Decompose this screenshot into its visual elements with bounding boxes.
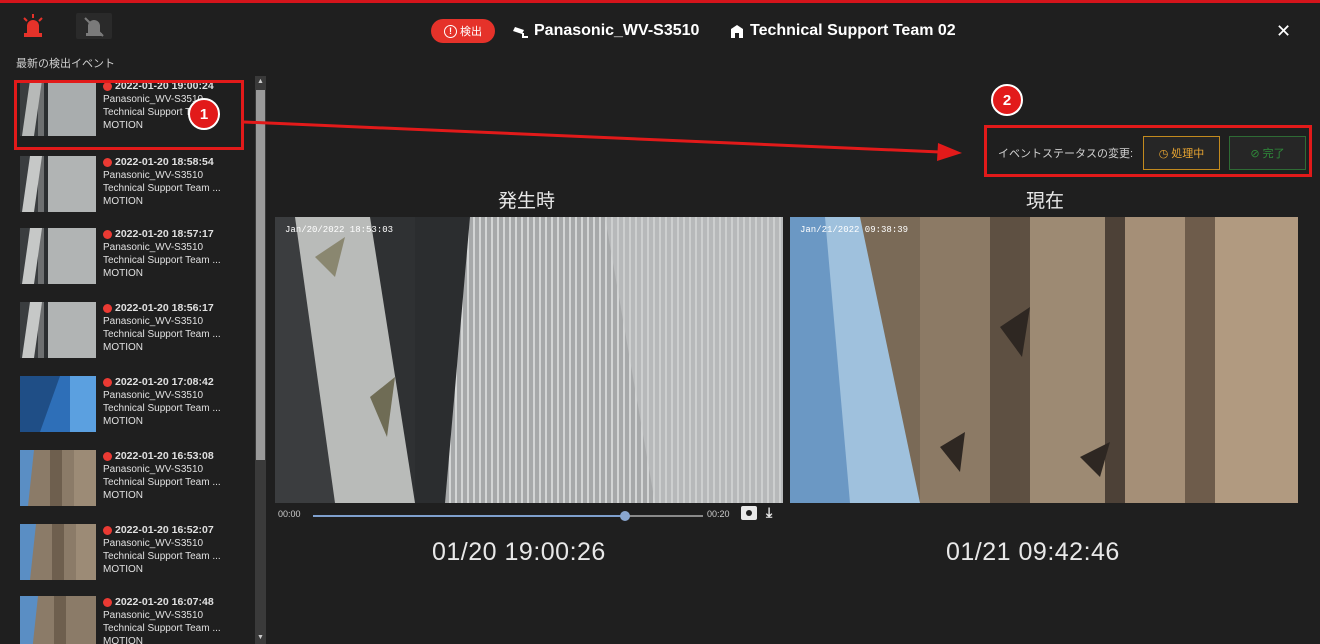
team-name: Technical Support Team 02 xyxy=(730,22,956,40)
current-timestamp: 01/21 09:42:46 xyxy=(946,538,1120,566)
check-circle-icon: ⊘ xyxy=(1250,147,1260,160)
event-thumbnail xyxy=(20,450,96,506)
event-team: Technical Support Team ... xyxy=(103,477,221,488)
alert-dot-icon xyxy=(103,378,112,387)
event-thumbnail xyxy=(20,228,96,284)
event-video[interactable]: Jan/20/2022 18:53:03 xyxy=(275,217,783,503)
playback-seekbar[interactable] xyxy=(313,515,703,517)
detection-badge-label: 検出 xyxy=(460,26,482,38)
playback-knob[interactable] xyxy=(620,511,630,521)
snapshot-camera-icon[interactable] xyxy=(741,506,757,520)
event-team: Technical Support Team ... xyxy=(103,551,221,562)
scrollbar-thumb[interactable] xyxy=(256,90,265,460)
event-team: Technical Support Team ... xyxy=(103,183,221,194)
event-item[interactable]: 2022-01-20 18:56:17 Panasonic_WV-S3510 T… xyxy=(16,298,250,370)
event-time: 2022-01-20 16:07:48 xyxy=(115,596,214,608)
event-team: Technical Support Team ... xyxy=(103,623,221,634)
event-team: Technical Support Team ... xyxy=(103,403,221,414)
close-button[interactable]: ✕ xyxy=(1276,21,1291,42)
event-time: 2022-01-20 17:08:42 xyxy=(115,376,214,388)
event-time: 2022-01-20 18:56:17 xyxy=(115,302,214,314)
event-team: Technical Support Team ... xyxy=(103,329,221,340)
playback-controls: 00:00 00:20 ⤓ xyxy=(275,504,783,525)
detection-badge: ! 検出 xyxy=(431,19,495,43)
alert-dot-icon xyxy=(103,158,112,167)
event-video-osd: Jan/20/2022 18:53:03 xyxy=(285,225,394,235)
annotation-marker-1: 1 xyxy=(188,98,220,130)
event-type: MOTION xyxy=(103,564,143,575)
camera-name: Panasonic_WV-S3510 xyxy=(512,22,699,40)
alert-dot-icon xyxy=(103,304,112,313)
alert-icon: ! xyxy=(444,24,457,38)
event-camera: Panasonic_WV-S3510 xyxy=(103,464,204,475)
event-type: MOTION xyxy=(103,490,143,501)
camera-name-text: Panasonic_WV-S3510 xyxy=(534,22,700,39)
alarm-light-icon[interactable] xyxy=(22,13,44,39)
event-camera: Panasonic_WV-S3510 xyxy=(103,538,204,549)
event-item[interactable]: 2022-01-20 17:08:42 Panasonic_WV-S3510 T… xyxy=(16,372,250,444)
team-name-text: Technical Support Team 02 xyxy=(750,22,956,39)
status-change-label: イベントステータスの変更: xyxy=(998,148,1134,160)
event-type: MOTION xyxy=(103,268,143,279)
panel-title-current: 現在 xyxy=(1026,191,1065,212)
event-camera: Panasonic_WV-S3510 xyxy=(103,242,204,253)
event-timestamp: 01/20 19:00:26 xyxy=(432,538,606,566)
playback-start-time: 00:00 xyxy=(278,509,301,519)
download-icon[interactable]: ⤓ xyxy=(766,504,772,521)
event-thumbnail xyxy=(20,156,96,212)
playback-progress xyxy=(313,515,625,517)
event-camera: Panasonic_WV-S3510 xyxy=(103,316,204,327)
event-time: 2022-01-20 18:58:54 xyxy=(115,156,214,168)
processing-button-label: 処理中 xyxy=(1171,148,1205,160)
sidebar-title: 最新の検出イベント xyxy=(16,58,115,70)
event-time: 2022-01-20 16:52:07 xyxy=(115,524,214,536)
alarm-mute-icon[interactable] xyxy=(76,13,112,39)
event-list: 2022-01-20 19:00:24 Panasonic_WV-S3510 T… xyxy=(16,76,250,644)
annotation-marker-2: 2 xyxy=(991,84,1023,116)
alert-dot-icon xyxy=(103,452,112,461)
done-button-label: 完了 xyxy=(1262,148,1285,160)
live-video[interactable]: Jan/21/2022 09:38:39 xyxy=(790,217,1298,503)
scroll-up-icon[interactable]: ▲ xyxy=(255,76,266,88)
event-item[interactable]: 2022-01-20 16:07:48 Panasonic_WV-S3510 T… xyxy=(16,592,250,644)
live-video-osd: Jan/21/2022 09:38:39 xyxy=(800,225,909,235)
event-thumbnail xyxy=(20,524,96,580)
alert-dot-icon xyxy=(103,526,112,535)
done-button[interactable]: ⊘ 完了 xyxy=(1229,136,1306,170)
top-bar: ! 検出 Panasonic_WV-S3510 Technical Suppor… xyxy=(0,3,1320,49)
event-camera: Panasonic_WV-S3510 xyxy=(103,170,204,181)
event-camera: Panasonic_WV-S3510 xyxy=(103,390,204,401)
alert-dot-icon xyxy=(103,598,112,607)
event-type: MOTION xyxy=(103,416,143,427)
processing-button[interactable]: ◷ 処理中 xyxy=(1143,136,1220,170)
event-time: 2022-01-20 18:57:17 xyxy=(115,228,214,240)
camera-icon xyxy=(513,27,528,38)
playback-end-time: 00:20 xyxy=(707,509,730,519)
event-thumbnail xyxy=(20,302,96,358)
event-item[interactable]: 2022-01-20 16:52:07 Panasonic_WV-S3510 T… xyxy=(16,520,250,592)
event-list-scrollbar[interactable]: ▲ ▼ xyxy=(255,76,266,644)
building-icon xyxy=(731,25,743,38)
event-thumbnail xyxy=(20,596,96,644)
alert-dot-icon xyxy=(103,230,112,239)
event-item[interactable]: 2022-01-20 16:53:08 Panasonic_WV-S3510 T… xyxy=(16,446,250,518)
clock-icon: ◷ xyxy=(1158,147,1169,160)
event-type: MOTION xyxy=(103,196,143,207)
scroll-down-icon[interactable]: ▼ xyxy=(255,632,266,644)
event-camera: Panasonic_WV-S3510 xyxy=(103,610,204,621)
event-type: MOTION xyxy=(103,636,143,644)
event-team: Technical Support Team ... xyxy=(103,255,221,266)
event-thumbnail xyxy=(20,376,96,432)
event-type: MOTION xyxy=(103,342,143,353)
event-item[interactable]: 2022-01-20 18:58:54 Panasonic_WV-S3510 T… xyxy=(16,152,250,224)
live-video-frame xyxy=(790,217,1298,503)
event-item[interactable]: 2022-01-20 18:57:17 Panasonic_WV-S3510 T… xyxy=(16,224,250,296)
panel-title-occurrence: 発生時 xyxy=(498,191,556,212)
event-time: 2022-01-20 16:53:08 xyxy=(115,450,214,462)
event-video-frame xyxy=(275,217,783,503)
